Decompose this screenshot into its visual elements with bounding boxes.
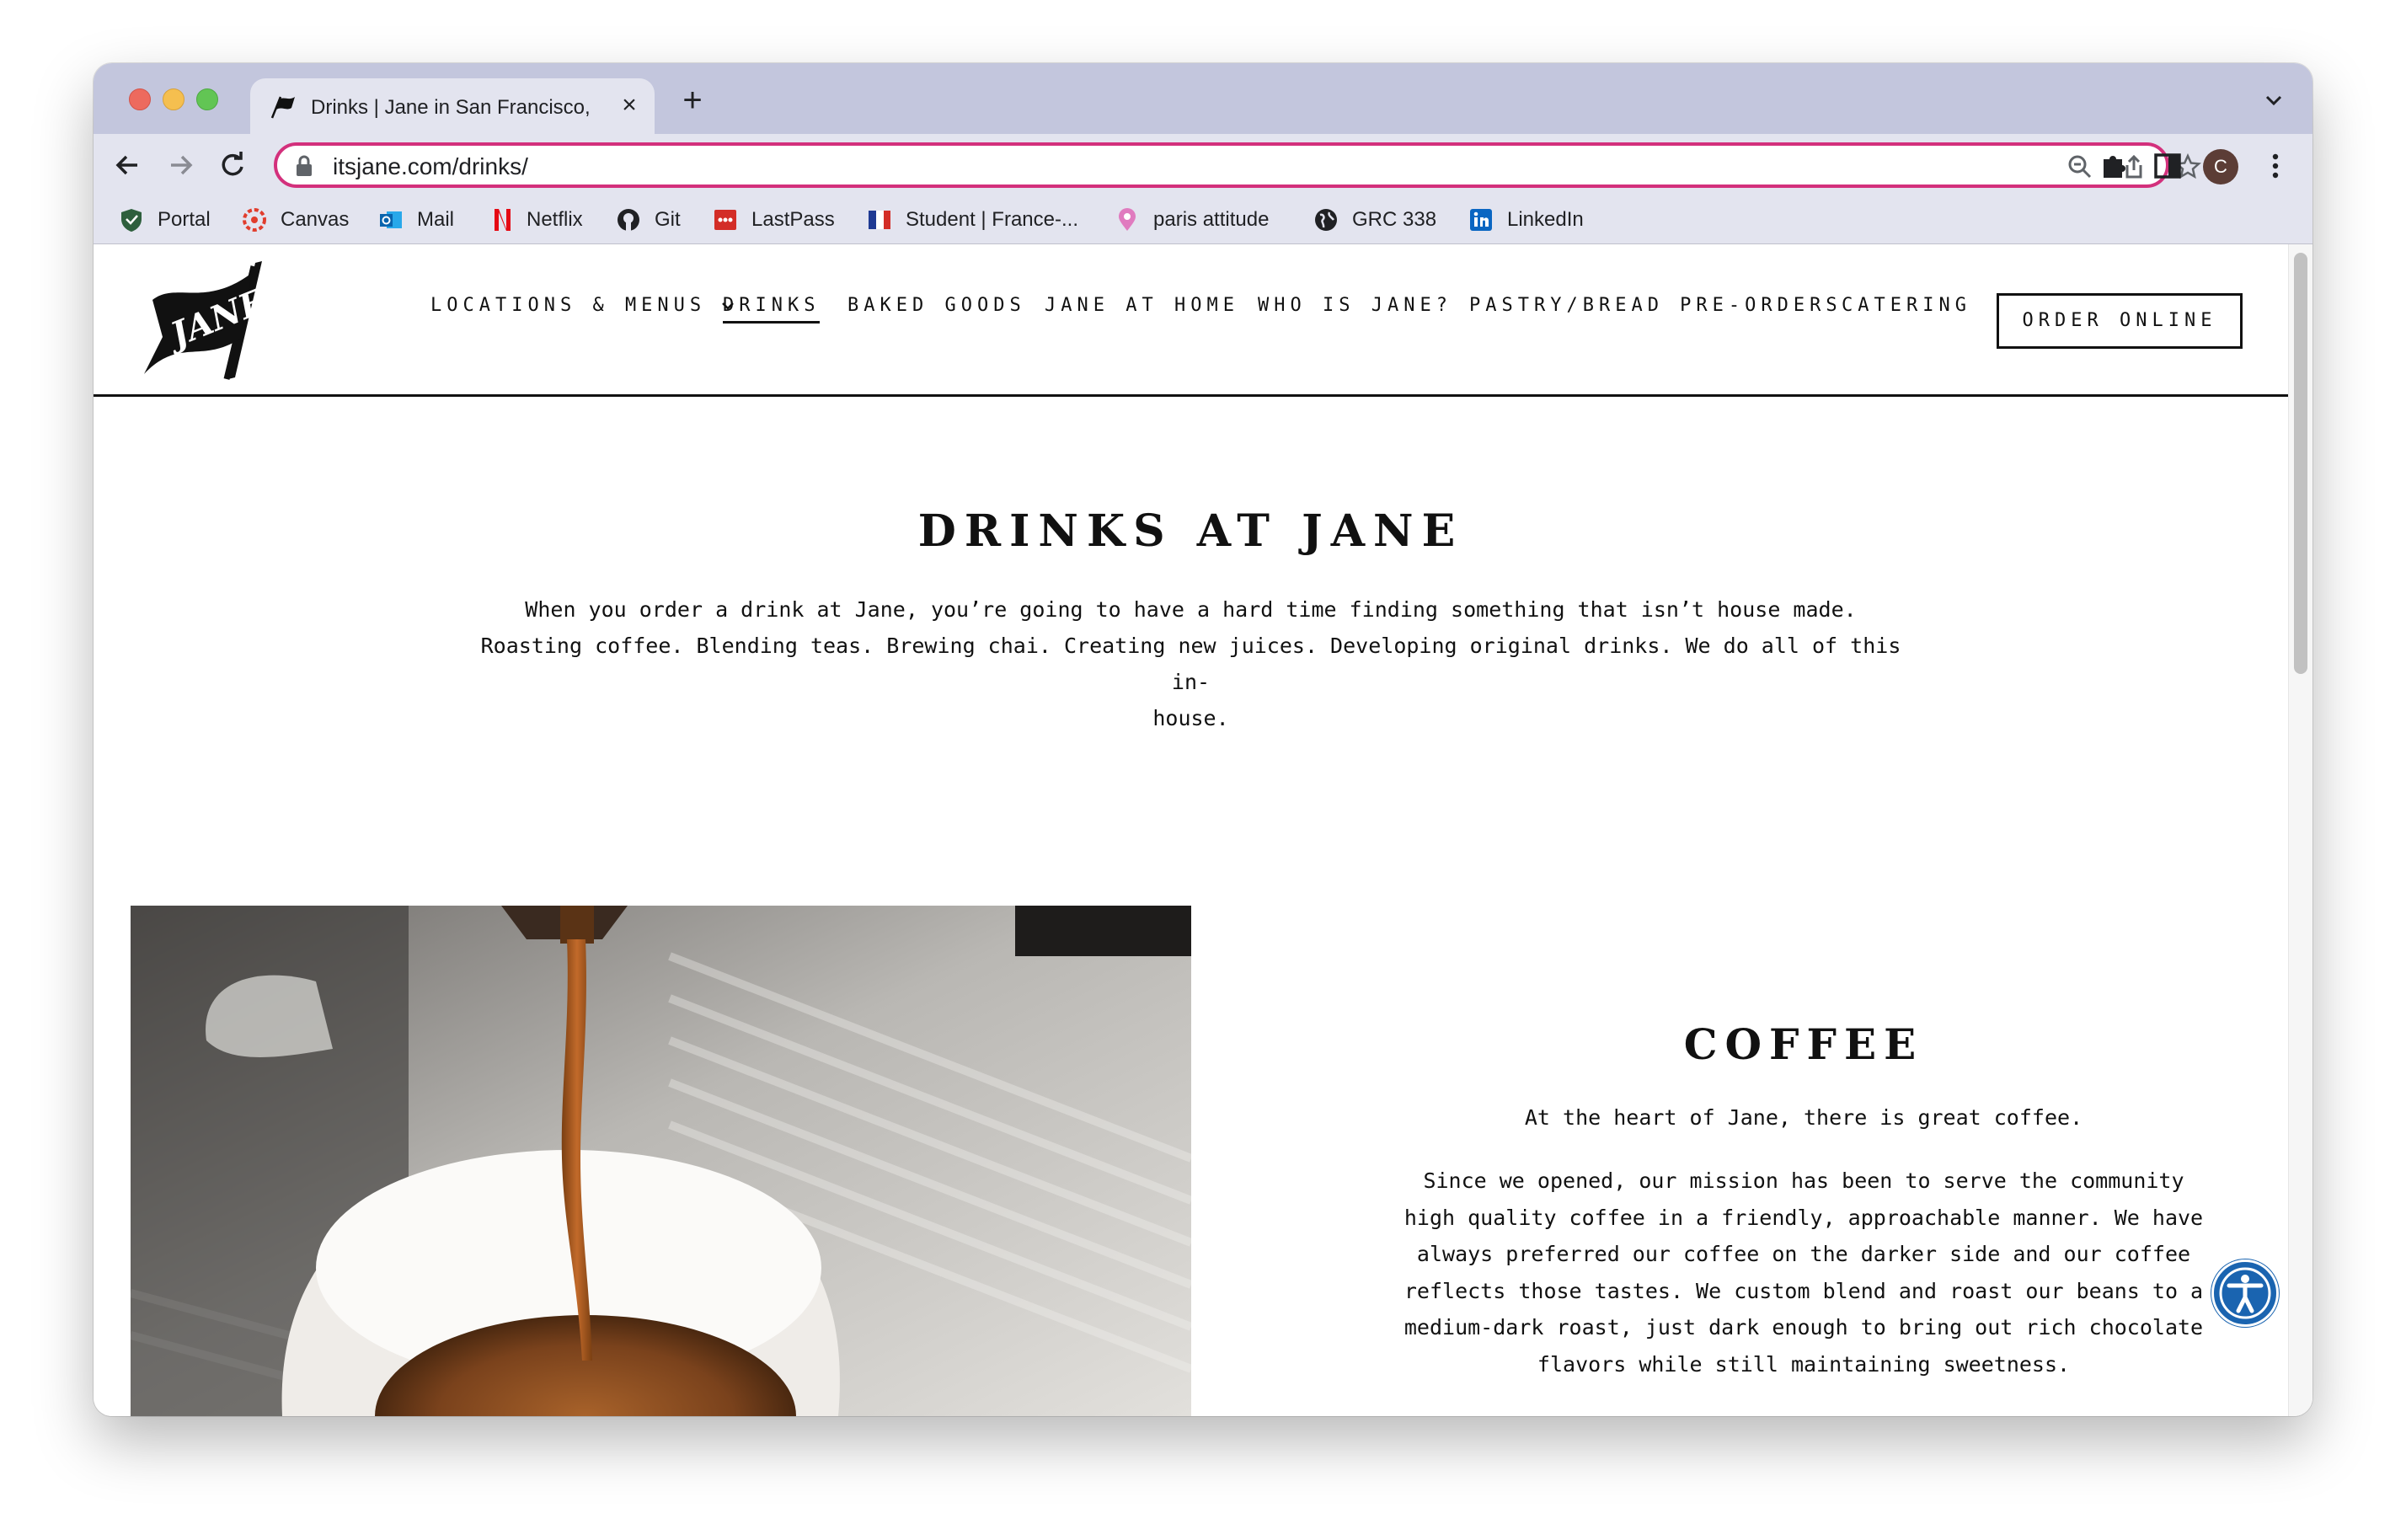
nav-drinks[interactable]: DRINKS — [723, 295, 821, 324]
nav-jane-at-home[interactable]: JANE AT HOME — [1045, 295, 1239, 316]
accessibility-button[interactable] — [2211, 1259, 2279, 1327]
bookmark-label: LinkedIn — [1507, 208, 1584, 231]
new-tab-button[interactable]: + — [675, 83, 710, 119]
bookmark-label: LastPass — [751, 208, 835, 231]
body-line: high quality coffee in a friendly, appro… — [1404, 1205, 2204, 1230]
nav-label: BAKED GOODS — [847, 295, 1026, 316]
bookmark-label: Canvas — [281, 208, 350, 231]
zoom-icon[interactable] — [2066, 153, 2093, 180]
nav-catering[interactable]: CATERING — [1842, 295, 1971, 316]
coffee-photo — [131, 906, 1191, 1416]
page-scrollbar[interactable] — [2288, 244, 2312, 1416]
canvas-icon — [243, 208, 266, 232]
jane-flag-icon — [270, 96, 295, 119]
linkedin-icon — [1470, 209, 1492, 231]
tab-strip: Drinks | Jane in San Francisco, × + — [94, 63, 2312, 134]
globe-icon — [1315, 209, 1337, 231]
back-arrow-icon[interactable] — [107, 144, 149, 186]
nav-label: PASTRY/BREAD PRE-ORDERS — [1469, 295, 1842, 316]
netflix-icon — [495, 209, 511, 231]
bookmark-lastpass[interactable]: LastPass — [713, 203, 835, 237]
section-title: COFFEE — [1683, 1019, 1924, 1069]
section-lede: At the heart of Jane, there is great cof… — [1524, 1105, 2083, 1130]
body-line: medium-dark roast, just dark enough to b… — [1404, 1315, 2204, 1339]
tab-title: Drinks | Jane in San Francisco, — [311, 96, 591, 119]
lastpass-icon — [714, 210, 736, 230]
bookmark-grc338[interactable]: GRC 338 — [1313, 203, 1436, 237]
jane-logo[interactable]: JANE — [136, 256, 296, 382]
intro-text: When you order a drink at Jane, you’re g… — [464, 591, 1917, 736]
order-online-button[interactable]: ORDER ONLINE — [1997, 293, 2243, 349]
more-menu-icon[interactable] — [2259, 149, 2292, 183]
url-text[interactable]: itsjane.com/drinks/ — [333, 153, 1849, 180]
body-line: reflects those tastes. We custom blend a… — [1404, 1278, 2204, 1303]
nav-locations-menus[interactable]: LOCATIONS & MENUS — [430, 295, 735, 316]
extensions-puzzle-icon[interactable] — [2097, 149, 2131, 183]
nav-baked-goods[interactable]: BAKED GOODS — [847, 295, 1026, 316]
chevron-down-icon[interactable] — [2259, 85, 2289, 115]
nav-who-is-jane[interactable]: WHO IS JANE? — [1258, 295, 1452, 316]
bookmark-netflix[interactable]: Netflix — [488, 203, 583, 237]
accessibility-icon — [2219, 1267, 2271, 1319]
address-bar[interactable]: itsjane.com/drinks/ — [274, 142, 2201, 188]
side-panel-icon[interactable] — [2151, 149, 2184, 183]
browser-window: Drinks | Jane in San Francisco, × + itsj… — [94, 63, 2312, 1416]
bookmark-label: GRC 338 — [1352, 208, 1437, 231]
intro-line: When you order a drink at Jane, you’re g… — [525, 597, 1857, 622]
bookmark-student-france[interactable]: Student | France-... — [867, 203, 1078, 237]
close-window-button[interactable] — [129, 88, 151, 110]
france-flag-icon — [869, 211, 890, 229]
body-line: flavors while still maintaining sweetnes… — [1537, 1351, 2071, 1377]
nav-label: WHO IS JANE? — [1258, 295, 1452, 316]
browser-toolbar: itsjane.com/drinks/ C — [94, 134, 2312, 196]
profile-avatar[interactable]: C — [2203, 149, 2238, 184]
bookmark-label: Git — [655, 208, 681, 231]
bookmark-label: Portal — [158, 208, 211, 231]
shield-icon — [121, 209, 142, 232]
bookmark-label: paris attitude — [1153, 208, 1270, 231]
scrollbar-thumb[interactable] — [2294, 253, 2307, 674]
outlook-icon — [380, 211, 402, 228]
bookmark-linkedin[interactable]: LinkedIn — [1468, 203, 1584, 237]
bookmark-label: Mail — [417, 208, 455, 231]
body-line: always preferred our coffee on the darke… — [1416, 1242, 2191, 1266]
bookmark-portal[interactable]: Portal — [119, 203, 211, 237]
nav-label: CATERING — [1842, 295, 1971, 316]
lock-icon[interactable] — [294, 155, 314, 177]
bookmarks-bar: Portal Canvas Mail Netflix Git LastPass … — [94, 196, 2312, 244]
tab-close-icon[interactable]: × — [614, 90, 644, 120]
web-page: JANE LOCATIONS & MENUS DRINKS BAKED GOOD… — [94, 244, 2312, 1416]
minimize-window-button[interactable] — [163, 88, 184, 110]
site-header: JANE LOCATIONS & MENUS DRINKS BAKED GOOD… — [94, 244, 2288, 397]
section-body: Since we opened, our mission has been to… — [1332, 1163, 2275, 1382]
fullscreen-window-button[interactable] — [196, 88, 218, 110]
location-pin-icon — [1119, 208, 1136, 231]
bookmark-label: Student | France-... — [906, 208, 1078, 231]
nav-label: LOCATIONS & MENUS — [430, 295, 707, 316]
nav-pastry-bread-preorders[interactable]: PASTRY/BREAD PRE-ORDERS — [1469, 295, 1842, 316]
tab-active[interactable]: Drinks | Jane in San Francisco, × — [250, 78, 655, 134]
github-icon — [618, 209, 639, 231]
bookmark-paris-attitude[interactable]: paris attitude — [1115, 203, 1269, 237]
bookmark-mail[interactable]: Mail — [378, 203, 454, 237]
nav-label: JANE AT HOME — [1045, 295, 1239, 316]
intro-line: Roasting coffee. Blending teas. Brewing … — [480, 634, 1901, 694]
intro-line: house. — [1152, 706, 1229, 730]
bookmark-git[interactable]: Git — [616, 203, 681, 237]
body-line: Since we opened, our mission has been to… — [1423, 1168, 2184, 1193]
forward-arrow-icon[interactable] — [159, 144, 201, 186]
page-title: DRINKS AT JANE — [917, 505, 1464, 557]
bookmark-canvas[interactable]: Canvas — [242, 203, 349, 237]
nav-label: DRINKS — [723, 295, 821, 324]
bookmark-label: Netflix — [527, 208, 583, 231]
reload-icon[interactable] — [211, 144, 254, 186]
